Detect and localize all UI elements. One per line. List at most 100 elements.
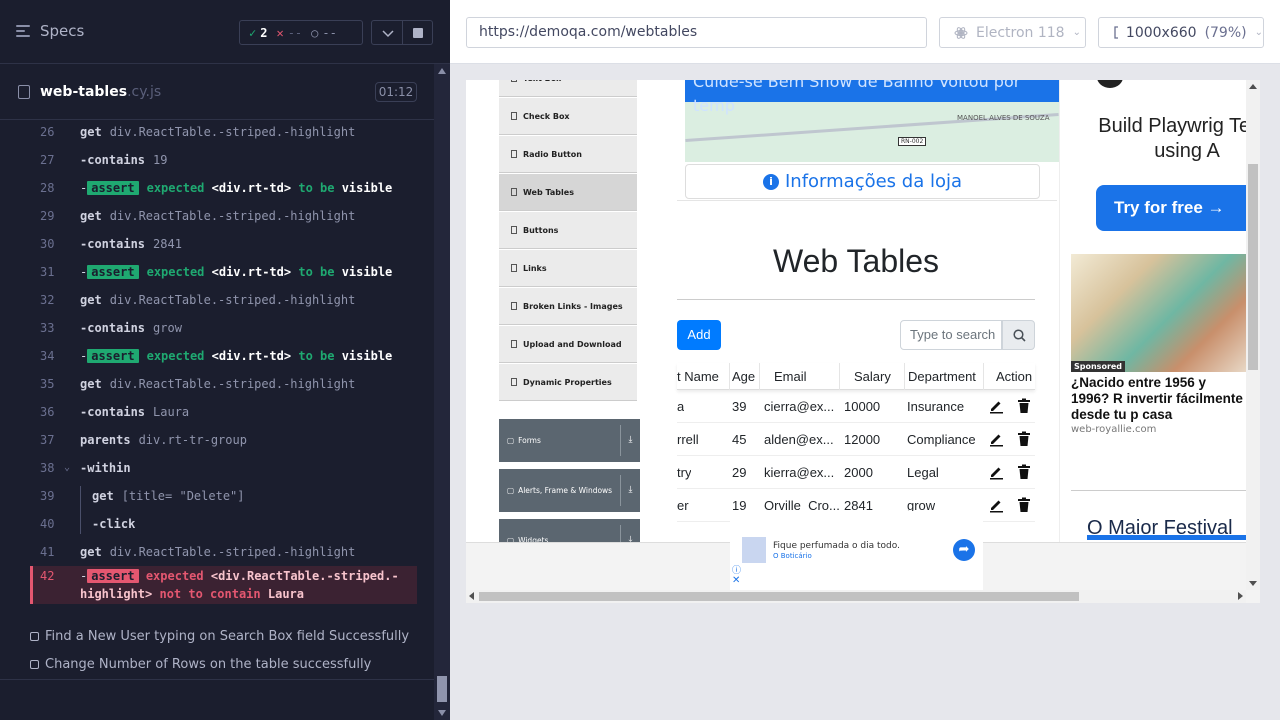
url-bar[interactable]: https://demoqa.com/webtables (466, 17, 927, 48)
command-name: -click (92, 517, 136, 531)
edit-icon[interactable] (988, 464, 1004, 483)
nav-item[interactable]: Radio Button (499, 136, 637, 173)
command-name: get (92, 489, 114, 503)
assert-row[interactable]: 28- assert expected <div.rt-td> to be visi… (30, 174, 417, 202)
trash-icon[interactable] (1017, 431, 1031, 450)
ad-image[interactable]: Sponsored (1071, 254, 1246, 372)
trash-icon[interactable] (1017, 497, 1031, 516)
document-icon (511, 188, 517, 196)
specs-label: Specs (40, 22, 85, 40)
browser-selector[interactable]: Electron 118 ⌄ (939, 17, 1086, 48)
command-number: 32 (40, 293, 55, 307)
command-row[interactable]: 26 get div.ReactTable.-striped.-highlight (30, 118, 417, 146)
failed-assert-row[interactable]: 42- assert expected <div.ReactTable.-stri… (30, 566, 417, 604)
nav-item[interactable]: Text Box (499, 80, 637, 97)
command-row[interactable]: 32 get div.ReactTable.-striped.-highlight (30, 286, 417, 314)
command-name: parents (80, 433, 131, 447)
expand-button[interactable] (371, 20, 403, 45)
arrow-right-icon[interactable]: ➦ (953, 539, 975, 561)
command-row[interactable]: 29 get div.ReactTable.-striped.-highlight (30, 202, 417, 230)
command-arg: div.ReactTable.-striped.-highlight (109, 125, 356, 139)
try-free-button[interactable]: Try for free → (1096, 185, 1256, 231)
reporter-scrollbar[interactable] (434, 64, 450, 720)
ad-domain: web-royallie.com (1071, 424, 1157, 435)
nav-item[interactable]: Check Box (499, 98, 637, 135)
chevron-down-icon[interactable]: ⌄ (64, 454, 70, 482)
table-cell-age: 39 (732, 399, 747, 414)
command-row[interactable]: 36 -contains Laura (30, 398, 417, 426)
command-row[interactable]: 38 ⌄ -within (30, 454, 417, 482)
command-number: 29 (40, 209, 55, 223)
add-button[interactable]: Add (677, 320, 721, 350)
scroll-thumb[interactable] (479, 592, 1079, 601)
frame-horizontal-scrollbar[interactable] (466, 590, 1246, 603)
search-button[interactable] (1002, 320, 1035, 350)
edit-icon[interactable] (988, 497, 1004, 516)
column-header[interactable]: t Name (677, 369, 719, 384)
frame-vertical-scrollbar[interactable] (1246, 80, 1260, 590)
command-row[interactable]: 39 get [title= "Delete"] (30, 482, 417, 510)
playwright-ad[interactable]: Build Playwrig Tests using A Try for fre… (1069, 80, 1260, 246)
command-row[interactable]: 40 -click (30, 510, 417, 538)
nav-group-header[interactable]: ▢ Forms ⤓ (499, 419, 640, 462)
command-name: get (80, 545, 102, 559)
column-header[interactable]: Department (908, 369, 976, 384)
column-header[interactable]: Age (732, 369, 755, 384)
map-ad[interactable]: Cuide-se Bem Show de Banho Voltou por te… (685, 80, 1059, 162)
command-number: 33 (40, 321, 55, 335)
column-header[interactable]: Email (774, 369, 807, 384)
column-header[interactable]: Action (996, 369, 1032, 384)
edit-icon[interactable] (988, 398, 1004, 417)
assert-row[interactable]: 31- assert expected <div.rt-td> to be visi… (30, 258, 417, 286)
specs-button[interactable]: Specs (16, 22, 84, 40)
command-number: 34 (40, 349, 55, 363)
table-cell-last: a (677, 399, 685, 414)
search-input[interactable]: Type to search (900, 320, 1002, 350)
stop-button[interactable] (403, 20, 433, 45)
scroll-thumb[interactable] (437, 676, 447, 702)
viewport-selector[interactable]: 1000x660 (79%) ⌄ (1098, 17, 1264, 48)
command-row[interactable]: 35 get div.ReactTable.-striped.-highlight (30, 370, 417, 398)
scroll-thumb[interactable] (1248, 164, 1258, 370)
document-icon (511, 340, 517, 348)
table-cell-email: kierra@ex... (764, 465, 835, 480)
ad-headline[interactable]: ¿Nacido entre 1956 y 1996? R invertir fá… (1071, 375, 1246, 423)
command-row[interactable]: 30 -contains 2841 (30, 230, 417, 258)
command-row[interactable]: 33 -contains grow (30, 314, 417, 342)
nav-item[interactable]: Web Tables (499, 174, 637, 211)
assert-row[interactable]: 34- assert expected <div.rt-td> to be visi… (30, 342, 417, 370)
table-cell-salary: 10000 (844, 399, 881, 414)
download-icon: ⤓ (620, 425, 640, 456)
trash-icon[interactable] (1017, 398, 1031, 417)
nav-item[interactable]: Dynamic Properties (499, 364, 637, 401)
command-row[interactable]: 27 -contains 19 (30, 146, 417, 174)
scroll-left-icon (469, 592, 474, 600)
nav-item[interactable]: Upload and Download (499, 326, 637, 363)
edit-icon[interactable] (988, 431, 1004, 450)
document-icon (511, 378, 517, 386)
table-cell-last: er (677, 498, 689, 513)
command-row[interactable]: 37 parents div.rt-tr-group (30, 426, 417, 454)
table-cell-salary: 12000 (844, 432, 881, 447)
bottom-ad[interactable]: Fique perfumada o dia todo. O Boticário … (730, 511, 983, 591)
command-row[interactable]: 41 get div.ReactTable.-striped.-highlight (30, 538, 417, 566)
nav-item[interactable]: Links (499, 250, 637, 287)
reporter-header: Specs ✓ 2 ✕ -- ○ -- (0, 0, 450, 64)
trash-icon[interactable] (1017, 464, 1031, 483)
column-header[interactable]: Salary (854, 369, 891, 384)
spec-title[interactable]: web-tables.cy.js (40, 84, 161, 100)
pending-test-1[interactable]: Find a New User typing on Search Box fie… (30, 629, 409, 644)
festival-ad[interactable]: O Maior Festival (1071, 490, 1246, 540)
command-number: 28 (40, 181, 55, 195)
store-info-button[interactable]: i Informações da loja (685, 164, 1040, 199)
nav-item[interactable]: Buttons (499, 212, 637, 249)
close-icon[interactable]: ✕ (732, 575, 740, 586)
pending-test-2[interactable]: Change Number of Rows on the table succe… (30, 657, 371, 672)
nav-item[interactable]: Broken Links - Images (499, 288, 637, 325)
nav-group-header[interactable]: ▢ Alerts, Frame & Windows ⤓ (499, 469, 640, 512)
table-row: rrell 45 alden@ex... 12000 Compliance (677, 423, 1035, 456)
table-cell-email: cierra@ex... (764, 399, 835, 414)
stats-box: ✓ 2 ✕ -- ○ -- (239, 20, 363, 45)
stop-icon (413, 28, 423, 38)
command-number: 37 (40, 433, 55, 447)
